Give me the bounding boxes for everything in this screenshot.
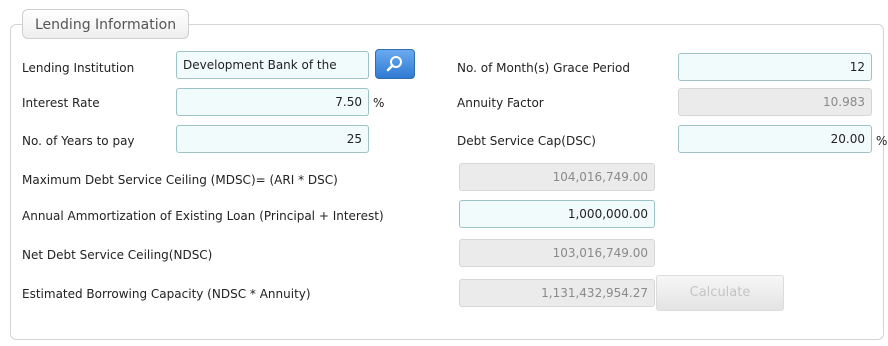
debt-service-cap-label: Debt Service Cap(DSC) <box>457 134 596 148</box>
interest-rate-label: Interest Rate <box>22 96 100 110</box>
calculate-button[interactable]: Calculate <box>656 275 784 311</box>
borrowing-capacity-field <box>459 279 655 307</box>
mdsc-field <box>459 163 655 191</box>
lending-institution-label: Lending Institution <box>22 61 135 75</box>
borrowing-capacity-label: Estimated Borrowing Capacity (NDSC * Ann… <box>22 287 311 301</box>
annual-amortization-field[interactable] <box>459 200 655 228</box>
ndsc-field <box>459 239 655 267</box>
ndsc-label: Net Debt Service Ceiling(NDSC) <box>22 248 213 262</box>
search-button[interactable] <box>375 49 415 79</box>
annuity-factor-label: Annuity Factor <box>457 96 544 110</box>
debt-service-cap-unit: % <box>876 134 888 148</box>
debt-service-cap-field[interactable] <box>678 125 872 153</box>
annual-amortization-label: Annual Ammortization of Existing Loan (P… <box>22 209 384 223</box>
panel-title: Lending Information <box>22 9 190 39</box>
lending-institution-field[interactable] <box>176 51 369 79</box>
grace-period-field[interactable] <box>678 53 872 81</box>
annuity-factor-field <box>678 88 872 116</box>
mdsc-label: Maximum Debt Service Ceiling (MDSC)= (AR… <box>22 173 338 187</box>
search-icon <box>386 56 402 72</box>
years-to-pay-field[interactable] <box>176 125 369 153</box>
grace-period-label: No. of Month(s) Grace Period <box>457 61 630 75</box>
interest-rate-unit: % <box>373 96 385 110</box>
interest-rate-field[interactable] <box>176 88 369 116</box>
years-to-pay-label: No. of Years to pay <box>22 134 135 148</box>
